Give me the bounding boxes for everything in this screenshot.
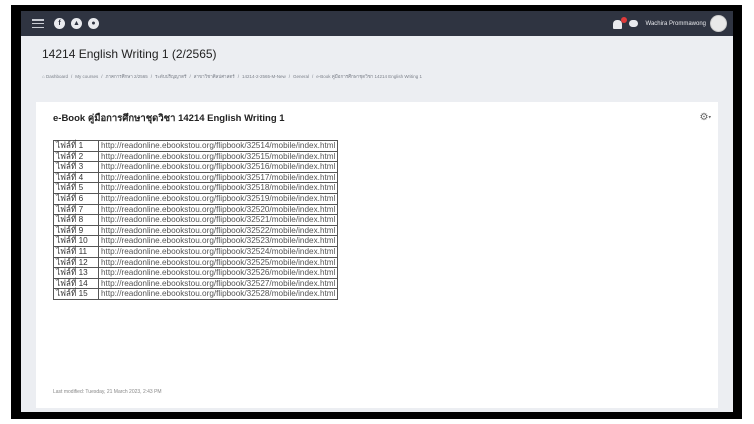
url-cell: http://readonline.ebookstou.org/flipbook… <box>97 171 339 184</box>
breadcrumb-item[interactable]: ภาคการศึกษา 2/2565 <box>106 74 148 79</box>
user-name[interactable]: Wachira Prommawong <box>646 21 706 27</box>
last-modified: Last modified: Tuesday, 21 March 2023, 2… <box>53 389 162 395</box>
file-label: ไฟล์ที่ 9 <box>53 224 99 237</box>
url-cell: http://readonline.ebookstou.org/flipbook… <box>97 224 339 237</box>
breadcrumb-separator: / <box>101 74 103 79</box>
table-row: ไฟล์ที่ 15 http://readonline.ebookstou.or… <box>53 288 339 300</box>
gear-icon[interactable]: ⚙▾ <box>700 112 711 123</box>
url-cell: http://readonline.ebookstou.org/flipbook… <box>97 161 339 173</box>
table-row: ไฟล์ที่ 6 http://readonline.ebookstou.org… <box>53 192 339 205</box>
file-label: ไฟล์ที่ 1 <box>53 140 99 152</box>
url-cell: http://readonline.ebookstou.org/flipbook… <box>97 245 339 258</box>
url-cell: http://readonline.ebookstou.org/flipbook… <box>97 267 339 279</box>
ebook-links-table: ไฟล์ที่ 1 http://readonline.ebookstou.org… <box>53 140 339 300</box>
breadcrumb-separator: / <box>70 74 73 79</box>
chat-icon[interactable] <box>628 20 638 27</box>
ebook-link[interactable]: http://readonline.ebookstou.org/flipbook… <box>101 289 335 298</box>
notification-bell-icon[interactable] <box>612 16 627 30</box>
url-cell: http://readonline.ebookstou.org/flipbook… <box>97 214 339 226</box>
chevron-down-icon: ▾ <box>708 114 711 121</box>
url-cell: http://readonline.ebookstou.org/flipbook… <box>97 256 339 269</box>
breadcrumb-item[interactable]: 14214-2-2565-M-New <box>242 74 286 79</box>
table-row: ไฟล์ที่ 13 http://readonline.ebookstou.or… <box>53 267 339 279</box>
table-row: ไฟล์ที่ 7 http://readonline.ebookstou.org… <box>53 203 339 216</box>
table-row: ไฟล์ที่ 8 http://readonline.ebookstou.org… <box>53 214 339 226</box>
table-row: ไฟล์ที่ 5 http://readonline.ebookstou.org… <box>53 182 339 194</box>
ebook-link[interactable]: http://readonline.ebookstou.org/flipbook… <box>101 162 335 171</box>
card-title: e-Book คู่มือการศึกษาชุดวิชา 14214 Engli… <box>53 113 285 124</box>
url-cell: http://readonline.ebookstou.org/flipbook… <box>97 150 339 163</box>
ebook-link[interactable]: http://readonline.ebookstou.org/flipbook… <box>101 236 335 245</box>
breadcrumb-separator: / <box>237 74 239 79</box>
table-row: ไฟล์ที่ 12 http://readonline.ebookstou.or… <box>53 256 339 269</box>
ebook-link[interactable]: http://readonline.ebookstou.org/flipbook… <box>101 215 335 224</box>
url-cell: http://readonline.ebookstou.org/flipbook… <box>97 203 339 216</box>
line-icon[interactable]: ● <box>88 18 99 29</box>
file-label: ไฟล์ที่ 10 <box>53 235 99 247</box>
breadcrumb-item[interactable]: ระดับปริญญาตรี <box>155 74 186 79</box>
ebook-link[interactable]: http://readonline.ebookstou.org/flipbook… <box>101 205 335 214</box>
user-menu-area: Wachira Prommawong <box>612 15 727 32</box>
breadcrumb-item[interactable]: My courses <box>75 74 98 79</box>
ebook-link[interactable]: http://readonline.ebookstou.org/flipbook… <box>101 173 335 182</box>
breadcrumb-item[interactable]: สาขาวิชาศิลปศาสตร์ <box>194 74 235 79</box>
table-row: ไฟล์ที่ 14 http://readonline.ebookstou.or… <box>53 277 339 290</box>
file-label: ไฟล์ที่ 2 <box>53 150 99 163</box>
ebook-link[interactable]: http://readonline.ebookstou.org/flipbook… <box>101 279 335 288</box>
breadcrumb-separator: / <box>288 74 290 79</box>
ebook-link[interactable]: http://readonline.ebookstou.org/flipbook… <box>101 258 335 267</box>
menu-icon[interactable] <box>32 19 44 28</box>
file-label: ไฟล์ที่ 15 <box>53 288 99 300</box>
ebook-link[interactable]: http://readonline.ebookstou.org/flipbook… <box>101 247 335 256</box>
ebook-link[interactable]: http://readonline.ebookstou.org/flipbook… <box>101 183 335 192</box>
table-row: ไฟล์ที่ 2 http://readonline.ebookstou.org… <box>53 150 339 163</box>
url-cell: http://readonline.ebookstou.org/flipbook… <box>97 192 339 205</box>
ebook-card: e-Book คู่มือการศึกษาชุดวิชา 14214 Engli… <box>36 102 718 408</box>
breadcrumb-separator: / <box>312 74 314 79</box>
avatar[interactable] <box>710 15 727 32</box>
url-cell: http://readonline.ebookstou.org/flipbook… <box>97 277 339 290</box>
app-icon[interactable]: ▲ <box>71 18 82 29</box>
breadcrumb-separator: / <box>189 74 191 79</box>
ebook-link[interactable]: http://readonline.ebookstou.org/flipbook… <box>101 268 335 277</box>
notification-badge <box>620 16 627 23</box>
top-navbar: f ▲ ● Wachira Prommawong <box>21 11 733 36</box>
file-label: ไฟล์ที่ 4 <box>53 171 99 184</box>
table-row: ไฟล์ที่ 11 http://readonline.ebookstou.or… <box>53 245 339 258</box>
file-label: ไฟล์ที่ 12 <box>53 256 99 269</box>
ebook-link[interactable]: http://readonline.ebookstou.org/flipbook… <box>101 141 335 150</box>
file-label: ไฟล์ที่ 6 <box>53 192 99 205</box>
facebook-icon[interactable]: f <box>54 18 65 29</box>
file-label: ไฟล์ที่ 5 <box>53 182 99 194</box>
breadcrumb: ⌂ Dashboard / My courses / ภาคการศึกษา 2/256… <box>42 73 422 80</box>
table-row: ไฟล์ที่ 1 http://readonline.ebookstou.org… <box>53 140 339 152</box>
ebook-link[interactable]: http://readonline.ebookstou.org/flipbook… <box>101 152 335 161</box>
file-label: ไฟล์ที่ 11 <box>53 245 99 258</box>
social-links: f ▲ ● <box>54 18 99 29</box>
main-content: 14214 English Writing 1 (2/2565) ⌂ Dashb… <box>21 36 733 412</box>
breadcrumb-item[interactable]: General <box>293 74 309 79</box>
url-cell: http://readonline.ebookstou.org/flipbook… <box>97 182 339 194</box>
breadcrumb-item[interactable]: Dashboard <box>46 74 68 79</box>
page-title: 14214 English Writing 1 (2/2565) <box>42 47 217 61</box>
table-row: ไฟล์ที่ 3 http://readonline.ebookstou.org… <box>53 161 339 173</box>
file-label: ไฟล์ที่ 8 <box>53 214 99 226</box>
breadcrumb-item[interactable]: e-Book คู่มือการศึกษาชุดวิชา 14214 Engli… <box>316 74 422 79</box>
file-label: ไฟล์ที่ 14 <box>53 277 99 290</box>
breadcrumb-separator: / <box>150 74 153 79</box>
file-label: ไฟล์ที่ 3 <box>53 161 99 173</box>
url-cell: http://readonline.ebookstou.org/flipbook… <box>97 235 339 247</box>
table-row: ไฟล์ที่ 9 http://readonline.ebookstou.org… <box>53 224 339 237</box>
ebook-link[interactable]: http://readonline.ebookstou.org/flipbook… <box>101 226 335 235</box>
file-label: ไฟล์ที่ 7 <box>53 203 99 216</box>
ebook-link[interactable]: http://readonline.ebookstou.org/flipbook… <box>101 194 335 203</box>
url-cell: http://readonline.ebookstou.org/flipbook… <box>97 288 339 300</box>
table-row: ไฟล์ที่ 10 http://readonline.ebookstou.or… <box>53 235 339 247</box>
url-cell: http://readonline.ebookstou.org/flipbook… <box>97 140 339 152</box>
file-label: ไฟล์ที่ 13 <box>53 267 99 279</box>
table-row: ไฟล์ที่ 4 http://readonline.ebookstou.org… <box>53 171 339 184</box>
